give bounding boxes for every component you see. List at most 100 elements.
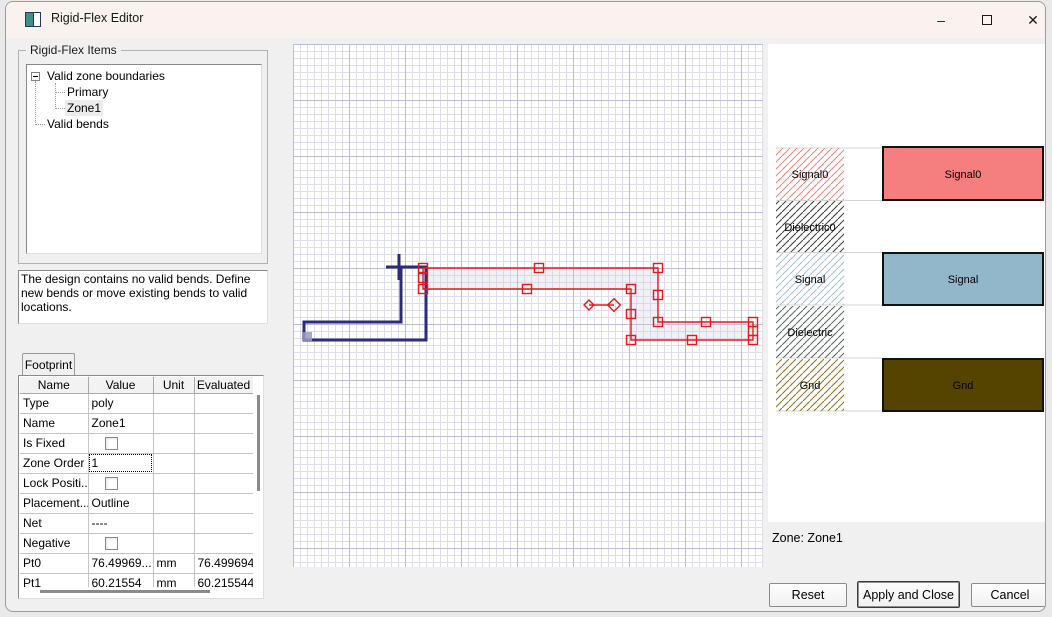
cell-evaluated xyxy=(193,513,253,534)
tree-item-label: Valid bends xyxy=(47,117,109,131)
column-header-value[interactable]: Value xyxy=(87,377,154,394)
cell-unit xyxy=(152,473,195,494)
cell-name: Type xyxy=(20,393,89,414)
cell-evaluated: 76.499694m xyxy=(193,553,253,574)
column-header-name[interactable]: Name xyxy=(20,377,89,394)
cell-value xyxy=(87,533,154,554)
property-table: Name Value Unit Evaluated Type poly Name… xyxy=(20,377,253,587)
zone-fill xyxy=(423,268,753,340)
minimize-button[interactable]: – xyxy=(918,2,964,38)
table-vertical-scrollbar[interactable] xyxy=(257,395,260,491)
cell-name: Net xyxy=(20,513,89,534)
tree-guide xyxy=(35,81,36,125)
cell-evaluated xyxy=(193,473,253,494)
cell-unit: mm xyxy=(152,573,195,587)
cell-value[interactable]: Outline xyxy=(87,493,154,514)
negative-checkbox[interactable] xyxy=(104,536,118,550)
cell-unit xyxy=(152,393,195,414)
corner-marker xyxy=(303,332,312,341)
cell-evaluated xyxy=(193,433,253,454)
lock-position-checkbox[interactable] xyxy=(104,476,118,490)
cell-evaluated xyxy=(193,393,253,414)
table-row[interactable]: Placement... Outline xyxy=(20,493,253,514)
rigid-flex-editor-dialog: Rigid-Flex Editor – ✕ Rigid-Flex Items V… xyxy=(5,1,1046,612)
table-row[interactable]: Type poly xyxy=(20,393,253,414)
property-table-panel: Name Value Unit Evaluated Type poly Name… xyxy=(18,375,264,599)
tree-item-zone1[interactable]: Zone1 xyxy=(65,100,104,116)
table-row[interactable]: Name Zone1 xyxy=(20,413,253,434)
close-button[interactable]: ✕ xyxy=(1010,2,1045,38)
apply-and-close-button[interactable]: Apply and Close xyxy=(857,581,960,608)
maximize-icon xyxy=(982,15,992,25)
table-header-row: Name Value Unit Evaluated xyxy=(20,377,253,394)
cell-value[interactable]: poly xyxy=(87,393,154,414)
column-header-unit[interactable]: Unit xyxy=(152,377,195,394)
layer-label: Signal0 xyxy=(792,169,829,181)
stackup-drawing: Signal0 Dielectric0 Signal Dielectric Gn… xyxy=(776,146,1044,412)
zone-block-label: Signal0 xyxy=(945,169,982,181)
cell-unit xyxy=(152,533,195,554)
column-header-evaluated[interactable]: Evaluated xyxy=(193,377,253,394)
tree-guide xyxy=(55,83,56,109)
tree-guide xyxy=(56,108,65,109)
cell-value[interactable]: 60.21554 xyxy=(87,573,154,587)
table-row[interactable]: Is Fixed xyxy=(20,433,253,454)
cell-unit xyxy=(152,493,195,514)
cell-value[interactable]: ---- xyxy=(87,513,154,534)
cell-value[interactable]: Zone1 xyxy=(87,413,154,434)
rigid-flex-items-tree[interactable]: Valid zone boundaries Primary Zone1 Vali… xyxy=(26,64,262,254)
table-row[interactable]: Pt1 60.21554 mm 60.215544m xyxy=(20,573,253,587)
app-icon xyxy=(25,12,41,27)
maximize-button[interactable] xyxy=(964,2,1010,38)
tree-item-valid-bends[interactable]: Valid bends xyxy=(45,116,111,132)
table-row[interactable]: Pt0 76.49969... mm 76.499694m xyxy=(20,553,253,574)
cell-value xyxy=(87,473,154,494)
cell-unit xyxy=(152,453,195,474)
stackup-panel: Signal0 Dielectric0 Signal Dielectric Gn… xyxy=(768,44,1045,522)
zone-block-label: Signal xyxy=(948,274,979,286)
rigid-flex-items-group-label: Rigid-Flex Items xyxy=(26,43,121,57)
cell-evaluated: 60.215544m xyxy=(193,573,253,587)
table-row[interactable]: Lock Positi... xyxy=(20,473,253,494)
reset-button[interactable]: Reset xyxy=(769,583,847,607)
cell-name: Zone Order xyxy=(20,453,89,474)
table-row[interactable]: Net ---- xyxy=(20,513,253,534)
zone-block-label: Gnd xyxy=(953,380,974,392)
cell-name: Negative xyxy=(20,533,89,554)
window-title: Rigid-Flex Editor xyxy=(51,11,144,25)
table-row[interactable]: Zone Order 1 xyxy=(20,453,253,474)
cell-evaluated xyxy=(193,493,253,514)
cell-unit xyxy=(152,433,195,454)
cell-name: Name xyxy=(20,413,89,434)
is-fixed-checkbox[interactable] xyxy=(104,436,118,450)
board-outline[interactable] xyxy=(302,265,428,342)
tree-item-label: Zone1 xyxy=(65,100,104,116)
cell-value xyxy=(87,433,154,454)
cell-name: Pt0 xyxy=(20,553,89,574)
layer-label: Dielectric0 xyxy=(784,222,835,234)
validation-message: The design contains no valid bends. Defi… xyxy=(18,270,268,324)
tree-item-valid-zone-boundaries[interactable]: Valid zone boundaries xyxy=(31,68,167,84)
tree-guide xyxy=(56,92,65,93)
cell-name: Lock Positi... xyxy=(20,473,89,494)
layer-label: Signal xyxy=(795,274,826,286)
title-bar[interactable]: Rigid-Flex Editor – ✕ xyxy=(6,2,1045,38)
layout-canvas[interactable] xyxy=(293,44,763,567)
tree-item-primary[interactable]: Primary xyxy=(65,84,110,100)
tab-footprint[interactable]: Footprint xyxy=(22,353,75,375)
cell-name: Placement... xyxy=(20,493,89,514)
cell-name: Is Fixed xyxy=(20,433,89,454)
cancel-button[interactable]: Cancel xyxy=(971,583,1045,607)
cell-unit xyxy=(152,413,195,434)
table-row[interactable]: Negative xyxy=(20,533,253,554)
cell-evaluated xyxy=(193,413,253,434)
cell-value[interactable]: 76.49969... xyxy=(87,553,154,574)
zone-order-input[interactable]: 1 xyxy=(87,453,154,474)
zone-label: Zone: Zone1 xyxy=(772,531,843,545)
crosshair-icon xyxy=(386,254,412,280)
table-horizontal-scrollbar[interactable] xyxy=(40,590,210,593)
collapse-icon[interactable] xyxy=(31,71,40,81)
cell-unit xyxy=(152,513,195,534)
canvas-drawing xyxy=(302,254,759,346)
layer-label: Gnd xyxy=(800,380,821,392)
